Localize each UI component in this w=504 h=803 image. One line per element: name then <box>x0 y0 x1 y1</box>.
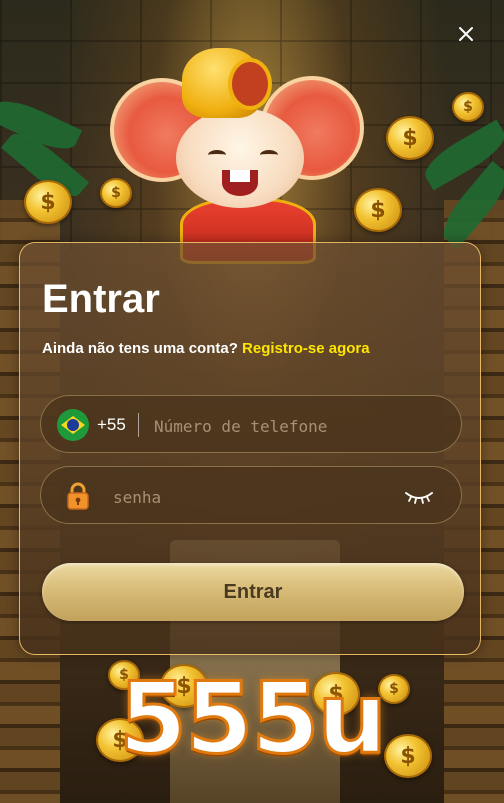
password-field <box>40 466 462 524</box>
close-button[interactable] <box>450 18 482 50</box>
phone-field: +55 <box>40 395 462 453</box>
brazil-flag-icon[interactable] <box>57 409 89 441</box>
register-prompt-text: Ainda não tens uma conta? <box>42 340 238 357</box>
coin-icon: $ <box>24 180 72 224</box>
brand-logo: 555u <box>117 661 388 778</box>
register-prompt-line: Ainda não tens uma conta? Registro-se ag… <box>42 340 370 357</box>
coin-icon: $ <box>386 116 434 160</box>
mouse-mascot <box>110 38 370 264</box>
country-code[interactable]: +55 <box>97 415 126 435</box>
login-submit-button[interactable]: Entrar <box>42 563 464 621</box>
password-input[interactable] <box>111 479 395 515</box>
phone-input[interactable] <box>152 408 446 444</box>
coin-icon: $ <box>452 92 484 122</box>
eye-closed-icon[interactable] <box>403 485 435 507</box>
login-dialog: Entrar Ainda não tens uma conta? Registr… <box>19 242 481 655</box>
field-divider <box>138 413 139 437</box>
close-icon <box>459 27 473 41</box>
lock-icon <box>67 482 89 510</box>
register-link[interactable]: Registro-se agora <box>242 340 370 357</box>
dialog-title: Entrar <box>42 277 160 321</box>
